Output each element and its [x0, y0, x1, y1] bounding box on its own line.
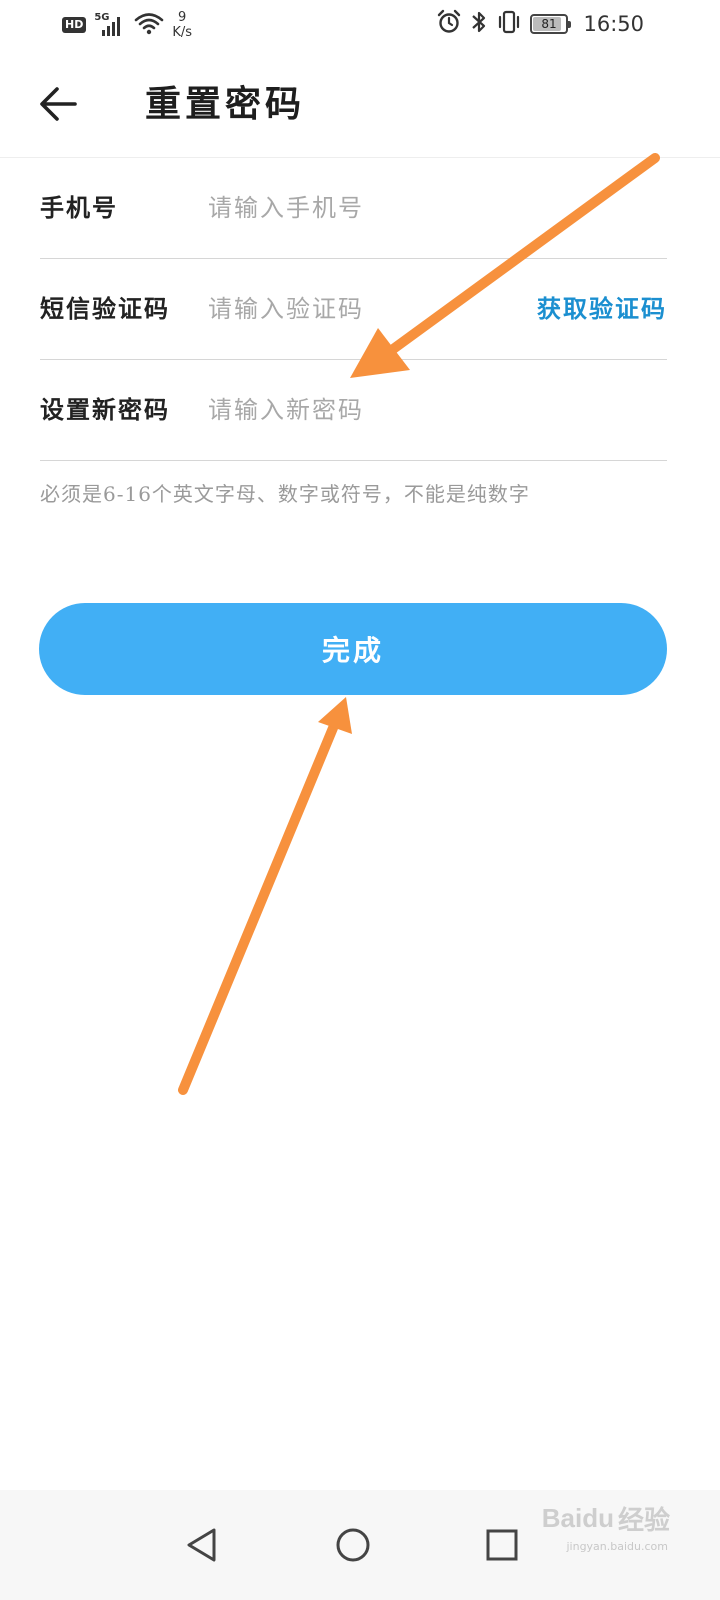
speed-value: 9 — [178, 10, 187, 25]
baidu-watermark: Baidu 经验 — [542, 1500, 670, 1537]
network-speed: 9 K/s — [172, 10, 192, 40]
phone-input[interactable] — [208, 186, 508, 230]
nav-recents-button[interactable] — [467, 1510, 537, 1580]
battery-level: 81 — [541, 17, 557, 31]
annotation-arrow-lower — [178, 697, 352, 1095]
sms-code-input[interactable] — [208, 287, 508, 331]
back-button[interactable] — [32, 78, 84, 130]
back-arrow-icon — [40, 87, 77, 121]
get-code-button[interactable]: 获取验证码 — [537, 289, 667, 329]
signal-icon: 5G — [94, 12, 126, 38]
alarm-icon — [436, 9, 462, 39]
watermark-brand: Baidu — [541, 1503, 614, 1533]
status-left: HD 5G 9 K/s — [62, 8, 192, 42]
wifi-icon — [134, 11, 164, 39]
password-hint: 必须是6-16个英文字母、数字或符号，不能是纯数字 — [40, 482, 530, 506]
nav-back-button[interactable] — [167, 1510, 237, 1580]
battery-icon: 81 — [530, 14, 571, 34]
page-title: 重置密码 — [145, 83, 306, 125]
hd-badge: HD — [62, 17, 87, 33]
speed-unit: K/s — [172, 25, 193, 40]
nav-home-button[interactable] — [318, 1510, 388, 1580]
new-password-label: 设置新密码 — [40, 395, 170, 424]
status-bar: HD 5G 9 K/s 81 16:50 — [0, 0, 720, 50]
watermark-url: jingyan.baidu.com — [566, 1540, 668, 1553]
sms-code-label: 短信验证码 — [40, 294, 170, 323]
back-triangle-icon — [187, 1528, 216, 1562]
bluetooth-icon — [470, 9, 488, 39]
watermark-text: 经验 — [617, 1506, 670, 1536]
new-password-row: 设置新密码 — [40, 360, 667, 461]
status-right: 81 — [436, 9, 571, 39]
done-button[interactable]: 完成 — [39, 603, 667, 695]
app-bar: 重置密码 — [0, 50, 720, 158]
phone-label: 手机号 — [40, 193, 118, 222]
clock: 16:50 — [583, 12, 644, 36]
recents-square-icon — [486, 1529, 518, 1561]
new-password-input[interactable] — [208, 388, 508, 432]
network-type: 5G — [94, 12, 110, 23]
phone-row: 手机号 — [40, 158, 667, 259]
home-circle-icon — [336, 1528, 370, 1562]
vibrate-icon — [496, 9, 522, 39]
sms-code-row: 短信验证码 获取验证码 — [40, 259, 667, 360]
